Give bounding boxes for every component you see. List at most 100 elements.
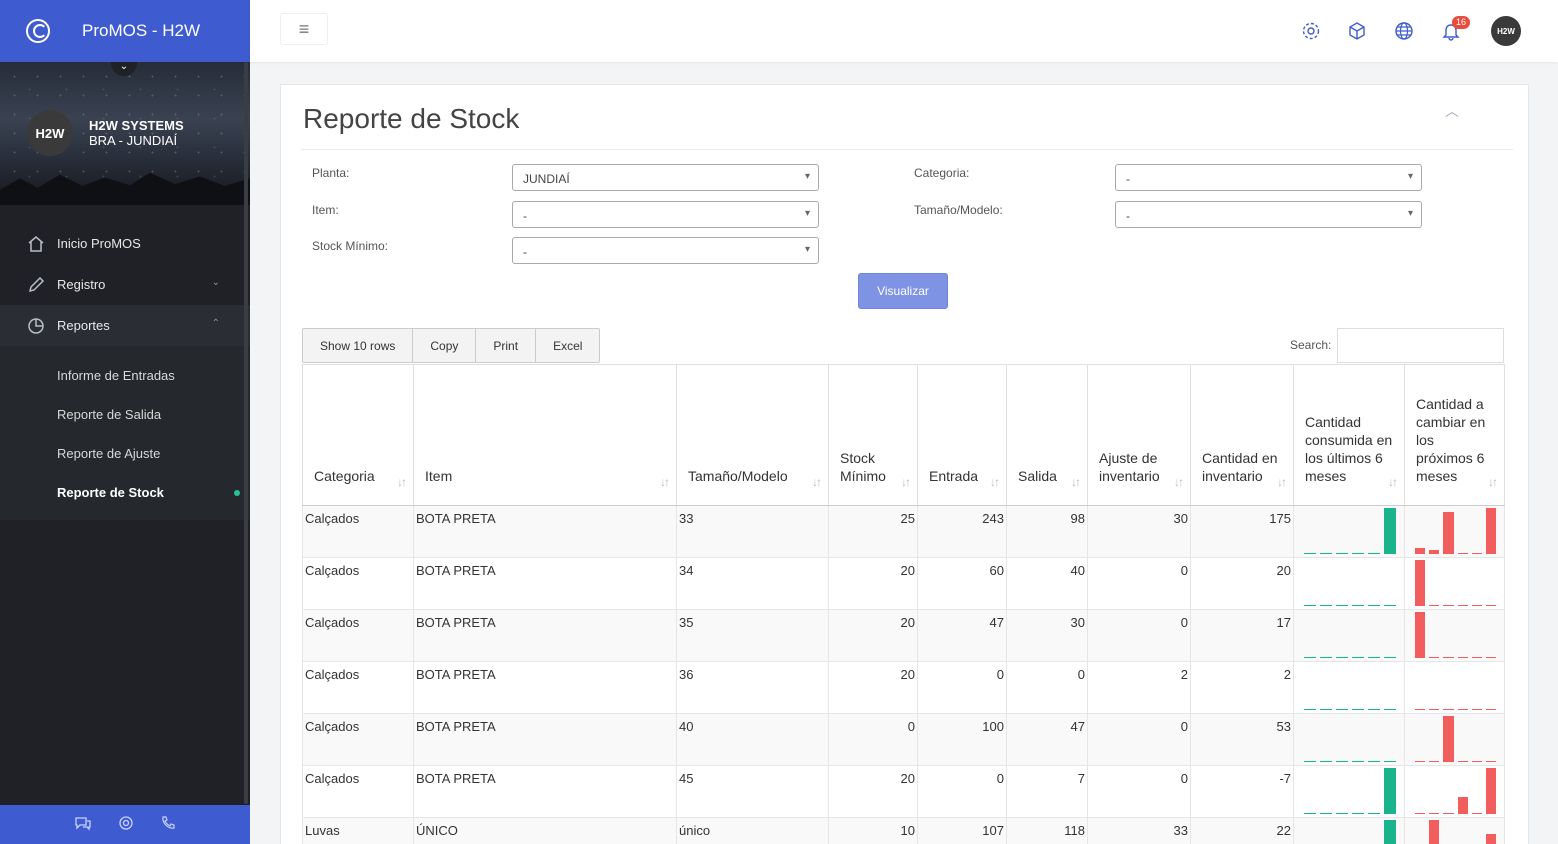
search-input[interactable] — [1337, 328, 1504, 363]
sparkline-bar — [1336, 657, 1348, 658]
sidebar-item-label: Reporte de Stock — [57, 485, 164, 500]
sidebar-item-reportes[interactable]: Reportes ⌃ — [0, 305, 250, 346]
table-row[interactable]: Calçados BOTA PRETA 36 20 0 0 2 2 — [302, 661, 1505, 714]
cell-inventario: 53 — [1190, 713, 1294, 766]
cell-item: BOTA PRETA — [413, 557, 677, 610]
table-row[interactable]: Calçados BOTA PRETA 35 20 47 30 0 17 — [302, 609, 1505, 662]
column-header-entrada[interactable]: Entrada ↓↑ — [917, 364, 1007, 506]
sidebar-scrollbar[interactable] — [244, 62, 248, 804]
phone-icon[interactable] — [160, 815, 176, 834]
to-change-sparkline — [1404, 505, 1505, 558]
sparkline-bar — [1320, 657, 1332, 658]
gear-icon[interactable] — [1300, 20, 1322, 42]
cell-ajuste: 0 — [1087, 765, 1191, 818]
copy-button[interactable]: Copy — [413, 329, 477, 362]
show-rows-button[interactable]: Show 10 rows — [303, 329, 414, 362]
categoria-label: Categoria: — [914, 166, 970, 180]
item-label: Item: — [312, 203, 339, 217]
stock-minimo-select[interactable]: - — [512, 237, 819, 264]
chat-icon[interactable] — [74, 815, 92, 834]
reportes-submenu: Informe de Entradas Reporte de Salida Re… — [0, 346, 250, 520]
sort-icon: ↓↑ — [1388, 475, 1398, 489]
sparkline-bar — [1336, 761, 1348, 762]
table-row[interactable]: Calçados BOTA PRETA 33 25 243 98 30 175 — [302, 505, 1505, 558]
column-header-stock-minimo[interactable]: Stock Mínimo ↓↑ — [828, 364, 918, 506]
sparkline-bar — [1368, 605, 1380, 606]
cell-categoria: Calçados — [302, 557, 414, 610]
cell-entrada: 0 — [917, 661, 1007, 714]
print-button[interactable]: Print — [476, 329, 537, 362]
app-logo-icon[interactable] — [26, 19, 50, 43]
column-header-consumida[interactable]: Cantidad consumida en los últimos 6 mese… — [1293, 364, 1405, 506]
sparkline-bar — [1457, 796, 1468, 814]
sparkline-bar — [1429, 813, 1440, 814]
sidebar-item-registro[interactable]: Registro ⌄ — [0, 264, 250, 305]
sparkline-bar — [1471, 553, 1482, 554]
cell-tamano: 35 — [676, 609, 829, 662]
menu-toggle-icon[interactable]: ≡ — [280, 13, 328, 45]
cell-stock-min: 20 — [828, 557, 918, 610]
sidebar-item-reporte-ajuste[interactable]: Reporte de Ajuste — [0, 434, 250, 473]
cell-ajuste: 0 — [1087, 713, 1191, 766]
cell-ajuste: 2 — [1087, 661, 1191, 714]
profile-avatar[interactable]: H2W — [27, 110, 73, 156]
column-header-tamano[interactable]: Tamaño/Modelo ↓↑ — [676, 364, 829, 506]
sparkline-bar — [1485, 605, 1497, 606]
item-select[interactable]: - — [512, 201, 819, 228]
column-header-salida[interactable]: Salida ↓↑ — [1006, 364, 1088, 506]
sparkline-bar — [1320, 761, 1332, 762]
table-toolbar: Show 10 rows Copy Print Excel — [302, 328, 601, 363]
sparkline-bar — [1384, 820, 1396, 844]
visualizar-button[interactable]: Visualizar — [858, 273, 948, 309]
column-header-categoria[interactable]: Categoria ↓↑ — [302, 364, 414, 506]
sparkline-bar — [1443, 709, 1454, 710]
sparkline-bar — [1304, 813, 1316, 814]
cell-tamano: 34 — [676, 557, 829, 610]
sort-icon: ↓↑ — [660, 475, 670, 489]
planta-label: Planta: — [312, 166, 350, 180]
sort-icon: ↓↑ — [1174, 475, 1184, 489]
table-row[interactable]: Calçados BOTA PRETA 34 20 60 40 0 20 — [302, 557, 1505, 610]
cell-categoria: Calçados — [302, 609, 414, 662]
sidebar-item-reporte-stock[interactable]: Reporte de Stock — [0, 473, 250, 512]
column-header-ajuste[interactable]: Ajuste de inventario ↓↑ — [1087, 364, 1191, 506]
excel-button[interactable]: Excel — [536, 329, 599, 362]
stock-table: Categoria ↓↑ Item ↓↑ Tamaño/Modelo ↓↑ Stock… — [302, 364, 1505, 844]
sparkline-bar — [1415, 612, 1426, 658]
support-icon[interactable] — [118, 815, 134, 834]
sidebar-item-informe-entradas[interactable]: Informe de Entradas — [0, 356, 250, 395]
cell-entrada: 60 — [917, 557, 1007, 610]
cell-salida: 7 — [1006, 765, 1088, 818]
sparkline-bar — [1415, 560, 1426, 606]
cube-icon[interactable] — [1346, 20, 1368, 42]
sparkline-bar — [1304, 553, 1316, 554]
planta-select[interactable]: JUNDIAÍ — [512, 164, 819, 191]
sparkline-bar — [1304, 761, 1316, 762]
column-header-item[interactable]: Item ↓↑ — [413, 364, 677, 506]
cell-item: BOTA PRETA — [413, 609, 677, 662]
active-indicator-dot — [234, 490, 240, 496]
tamano-select[interactable]: - — [1115, 201, 1422, 228]
sidebar-item-reporte-salida[interactable]: Reporte de Salida — [0, 395, 250, 434]
sidebar-item-inicio[interactable]: Inicio ProMOS — [0, 223, 250, 264]
consumed-sparkline — [1293, 557, 1405, 610]
sparkline-bar — [1304, 709, 1316, 710]
column-header-a-cambiar[interactable]: Cantidad a cambiar en los próximos 6 mes… — [1404, 364, 1505, 506]
chevron-up-icon[interactable]: ︿ — [1445, 101, 1459, 121]
to-change-sparkline — [1404, 713, 1505, 766]
table-row[interactable]: Calçados BOTA PRETA 40 0 100 47 0 53 — [302, 713, 1505, 766]
chevron-down-icon: ⌄ — [211, 277, 220, 288]
cell-salida: 0 — [1006, 661, 1088, 714]
cell-tamano: 33 — [676, 505, 829, 558]
table-row[interactable]: Calçados BOTA PRETA 45 20 0 7 0 -7 — [302, 765, 1505, 818]
table-row[interactable]: Luvas ÚNICO único 10 107 118 33 22 — [302, 817, 1505, 844]
sort-icon: ↓↑ — [812, 475, 822, 489]
sparkline-bar — [1368, 813, 1380, 814]
globe-icon[interactable] — [1393, 20, 1415, 42]
user-avatar[interactable]: H2W — [1491, 16, 1521, 46]
column-header-inventario[interactable]: Cantidad en inventario ↓↑ — [1190, 364, 1294, 506]
app-title: ProMOS - H2W — [82, 21, 201, 40]
profile-name: H2W SYSTEMS — [89, 118, 184, 133]
sparkline-bar — [1384, 761, 1396, 762]
categoria-select[interactable]: - — [1115, 164, 1422, 191]
